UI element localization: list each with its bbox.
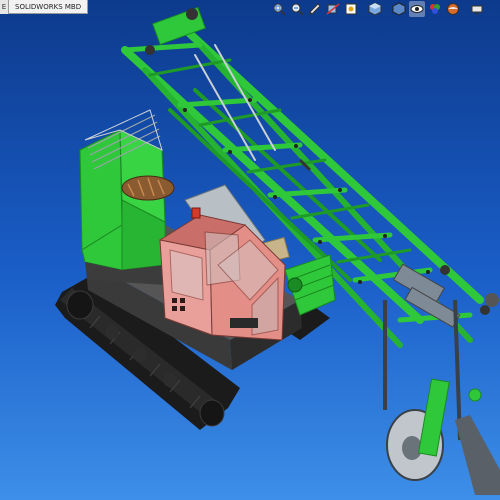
heads-up-view-toolbar [271,1,485,17]
hide-show-items-icon [410,5,424,13]
apply-scene-button[interactable] [445,1,461,17]
dynamic-annotation-views-icon [345,3,357,15]
view-orientation-icon [368,2,382,16]
zoom-to-area-button[interactable] [289,1,305,17]
section-view-button[interactable] [325,1,341,17]
previous-view-button[interactable] [307,1,323,17]
operator-cab [158,207,286,341]
engine-housing [79,109,175,285]
zoom-to-fit-button[interactable] [271,1,287,17]
apply-scene-icon [447,3,459,15]
tab-partial[interactable]: E [0,0,9,14]
section-view-icon [326,3,340,15]
crawler-drilling-rig-model[interactable] [0,0,500,500]
zoom-to-area-icon [291,3,304,16]
view-settings-icon [471,5,483,15]
display-style-icon [392,2,406,16]
dynamic-annotation-views-button[interactable] [343,1,359,17]
view-orientation-button[interactable] [367,1,383,17]
edit-appearance-button[interactable] [427,1,443,17]
edit-appearance-icon [430,4,440,14]
hide-show-items-button[interactable] [409,1,425,17]
command-manager-tabs: E SOLIDWORKS MBD [0,0,89,14]
graphics-area[interactable]: E SOLIDWORKS MBD [0,0,500,500]
previous-view-icon [309,3,321,15]
display-style-button[interactable] [391,1,407,17]
view-settings-button[interactable] [469,1,485,17]
zoom-to-fit-icon [273,3,286,16]
tab-solidworks-mbd[interactable]: SOLIDWORKS MBD [9,0,89,14]
